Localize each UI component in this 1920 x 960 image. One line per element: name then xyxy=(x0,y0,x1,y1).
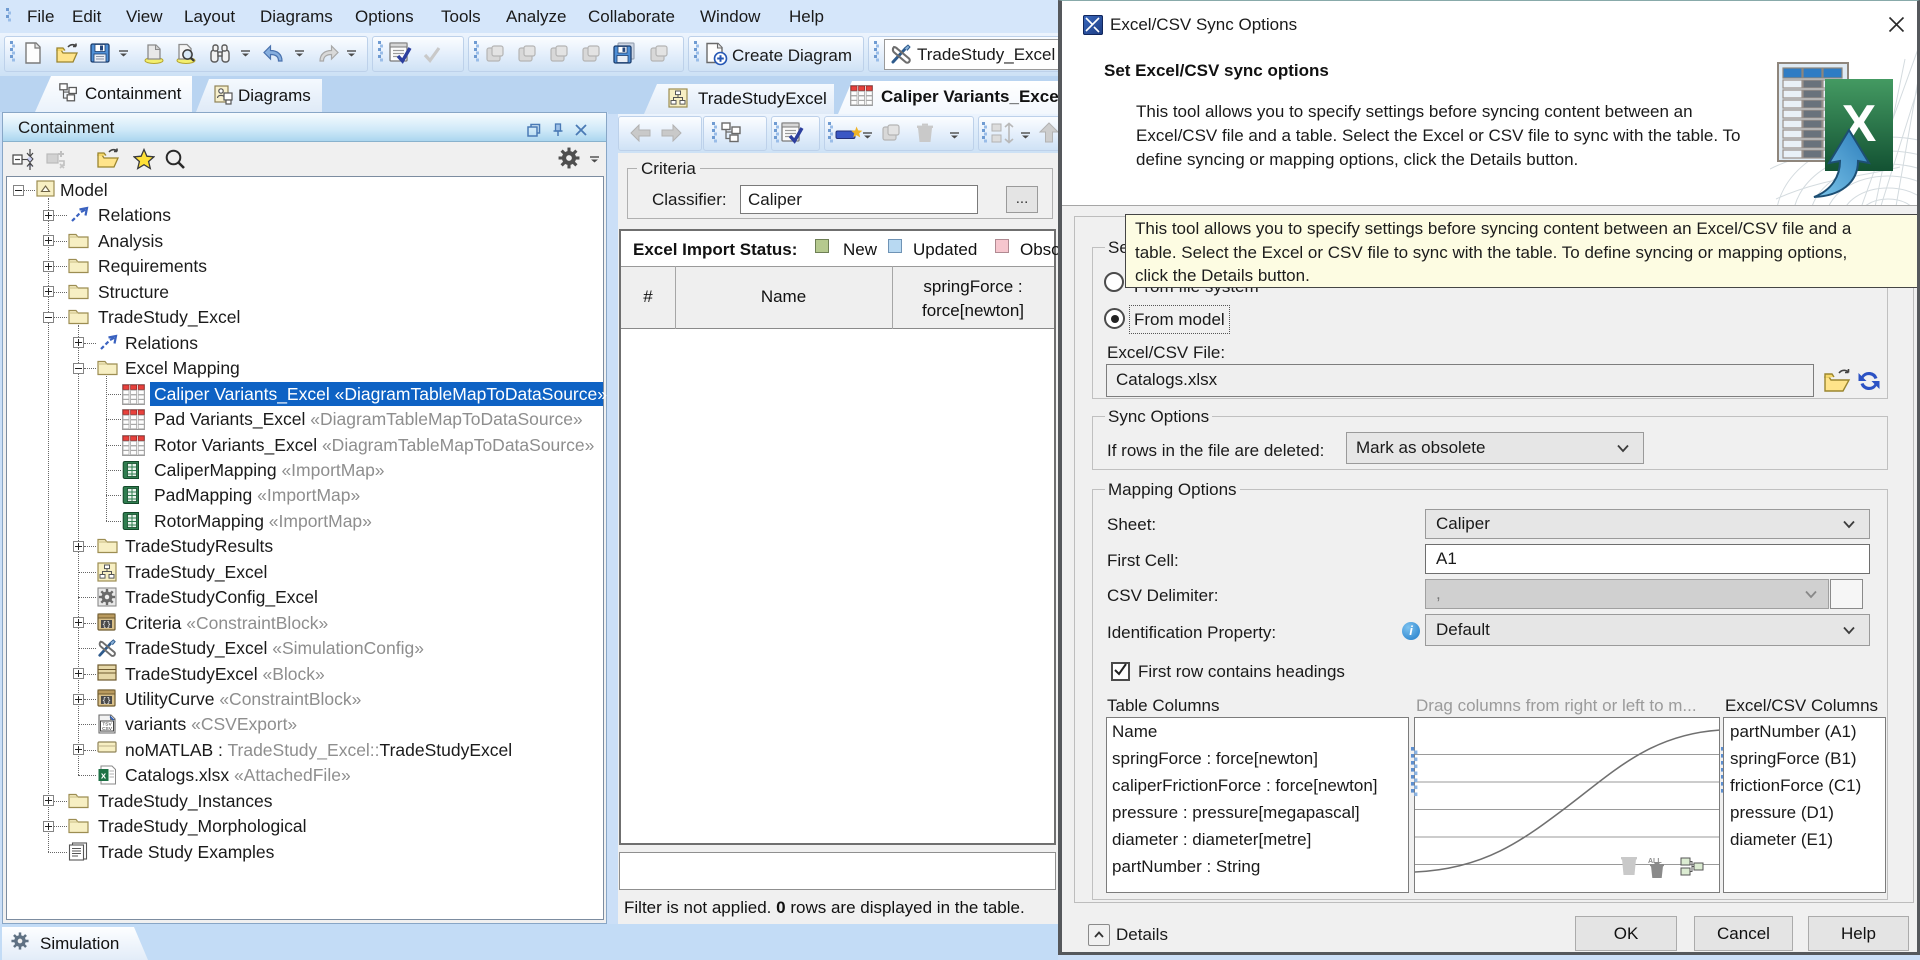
svg-text:CSV: CSV xyxy=(102,727,113,733)
svg-text:{}: {} xyxy=(102,621,111,629)
svg-text:{}: {} xyxy=(102,698,111,706)
svg-text:x: x xyxy=(101,771,107,782)
